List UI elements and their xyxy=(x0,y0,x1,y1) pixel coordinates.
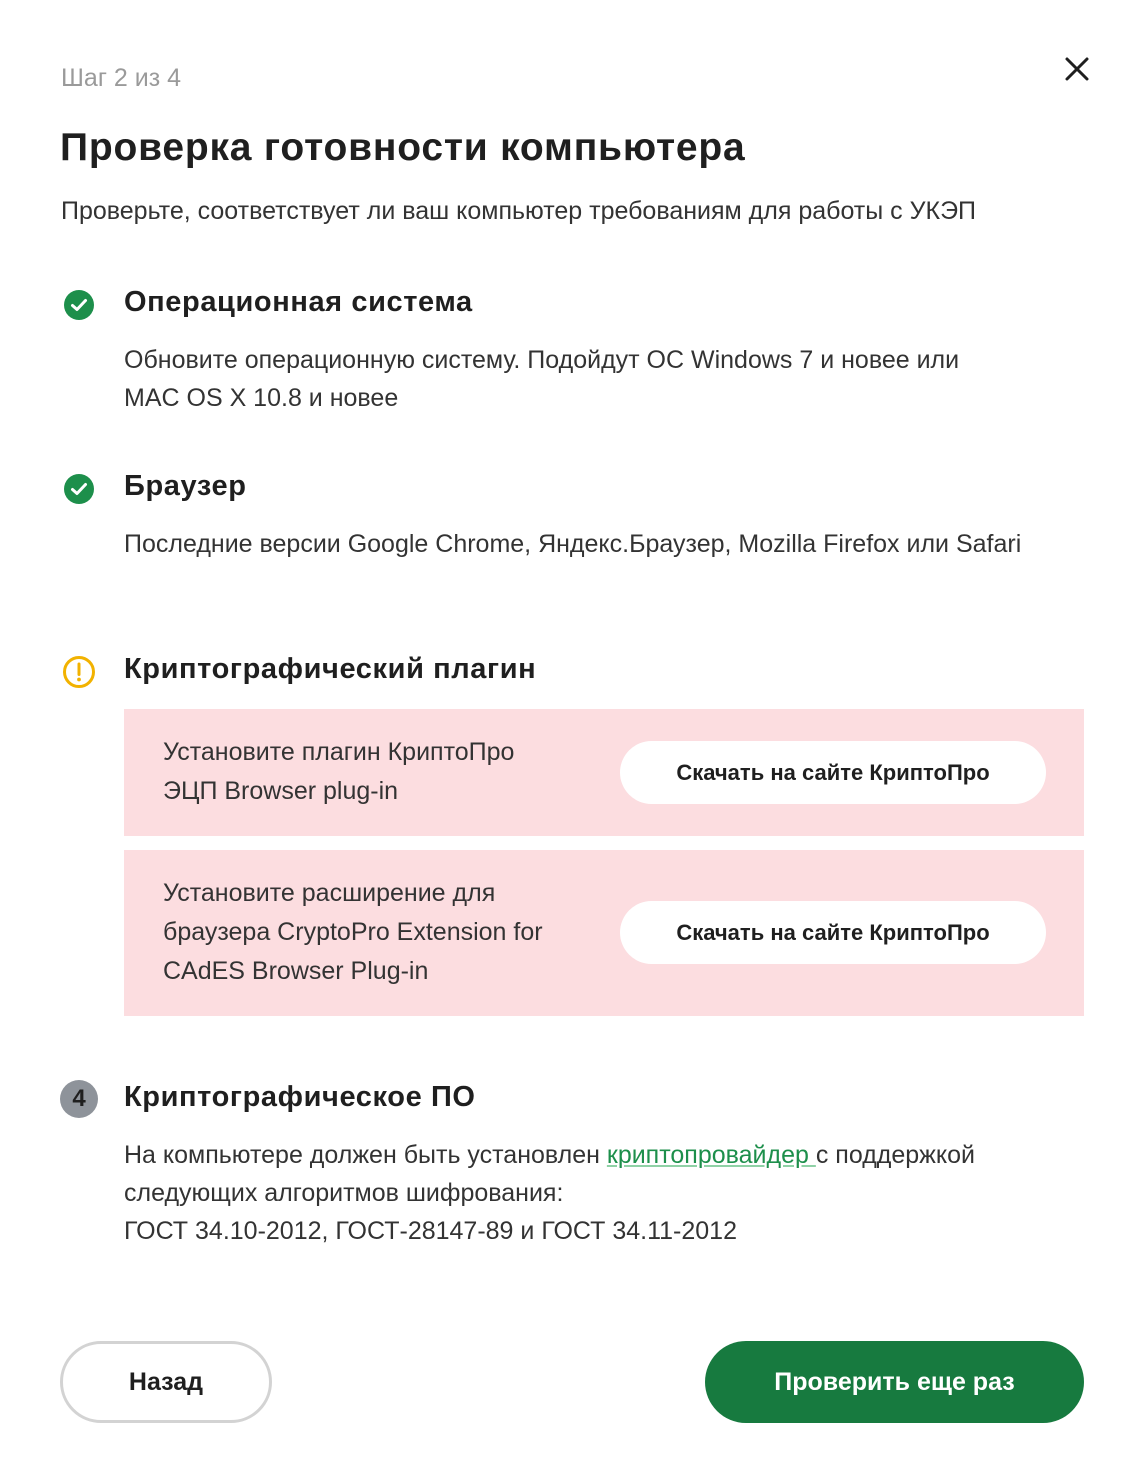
section-text-browser: Последние версии Google Chrome, Яндекс.Б… xyxy=(124,530,1022,558)
section-title-os: Операционная система xyxy=(124,286,473,318)
recheck-button[interactable]: Проверить еще раз xyxy=(705,1341,1084,1423)
page-title: Проверка готовности компьютера xyxy=(60,126,746,169)
plugin-alert-text: Установите плагин КриптоПро ЭЦП Browser … xyxy=(163,738,515,805)
download-plugin-button[interactable]: Скачать на сайте КриптоПро xyxy=(620,741,1046,804)
check-circle-icon xyxy=(64,474,94,504)
crypto-provider-link[interactable]: криптопровайдер xyxy=(607,1141,816,1169)
page-subtitle: Проверьте, соответствует ли ваш компьюте… xyxy=(61,197,977,225)
extension-alert-box: Установите расширение для браузера Crypt… xyxy=(124,850,1084,1016)
step-label: Шаг 2 из 4 xyxy=(61,64,182,92)
check-circle-icon xyxy=(64,290,94,320)
crypto-algorithms: ГОСТ 34.10-2012, ГОСТ-28147-89 и ГОСТ 34… xyxy=(124,1217,737,1245)
back-button[interactable]: Назад xyxy=(60,1341,272,1423)
step-number-badge: 4 xyxy=(60,1080,98,1118)
section-title-crypto-software: Криптографическое ПО xyxy=(124,1081,476,1113)
extension-alert-text: Установите расширение для браузера Crypt… xyxy=(163,879,543,985)
download-extension-button[interactable]: Скачать на сайте КриптоПро xyxy=(620,901,1046,964)
section-title-plugin: Криптографический плагин xyxy=(124,653,537,685)
plugin-alert-box: Установите плагин КриптоПро ЭЦП Browser … xyxy=(124,709,1084,836)
section-text-os: Обновите операционную систему. Подойдут … xyxy=(124,346,960,412)
warning-circle-icon xyxy=(63,656,95,688)
crypto-text-before: На компьютере должен быть установлен xyxy=(124,1141,607,1169)
section-text-crypto-software: На компьютере должен быть установлен кри… xyxy=(124,1136,1074,1250)
close-icon[interactable] xyxy=(1058,50,1096,88)
section-title-browser: Браузер xyxy=(124,470,247,502)
